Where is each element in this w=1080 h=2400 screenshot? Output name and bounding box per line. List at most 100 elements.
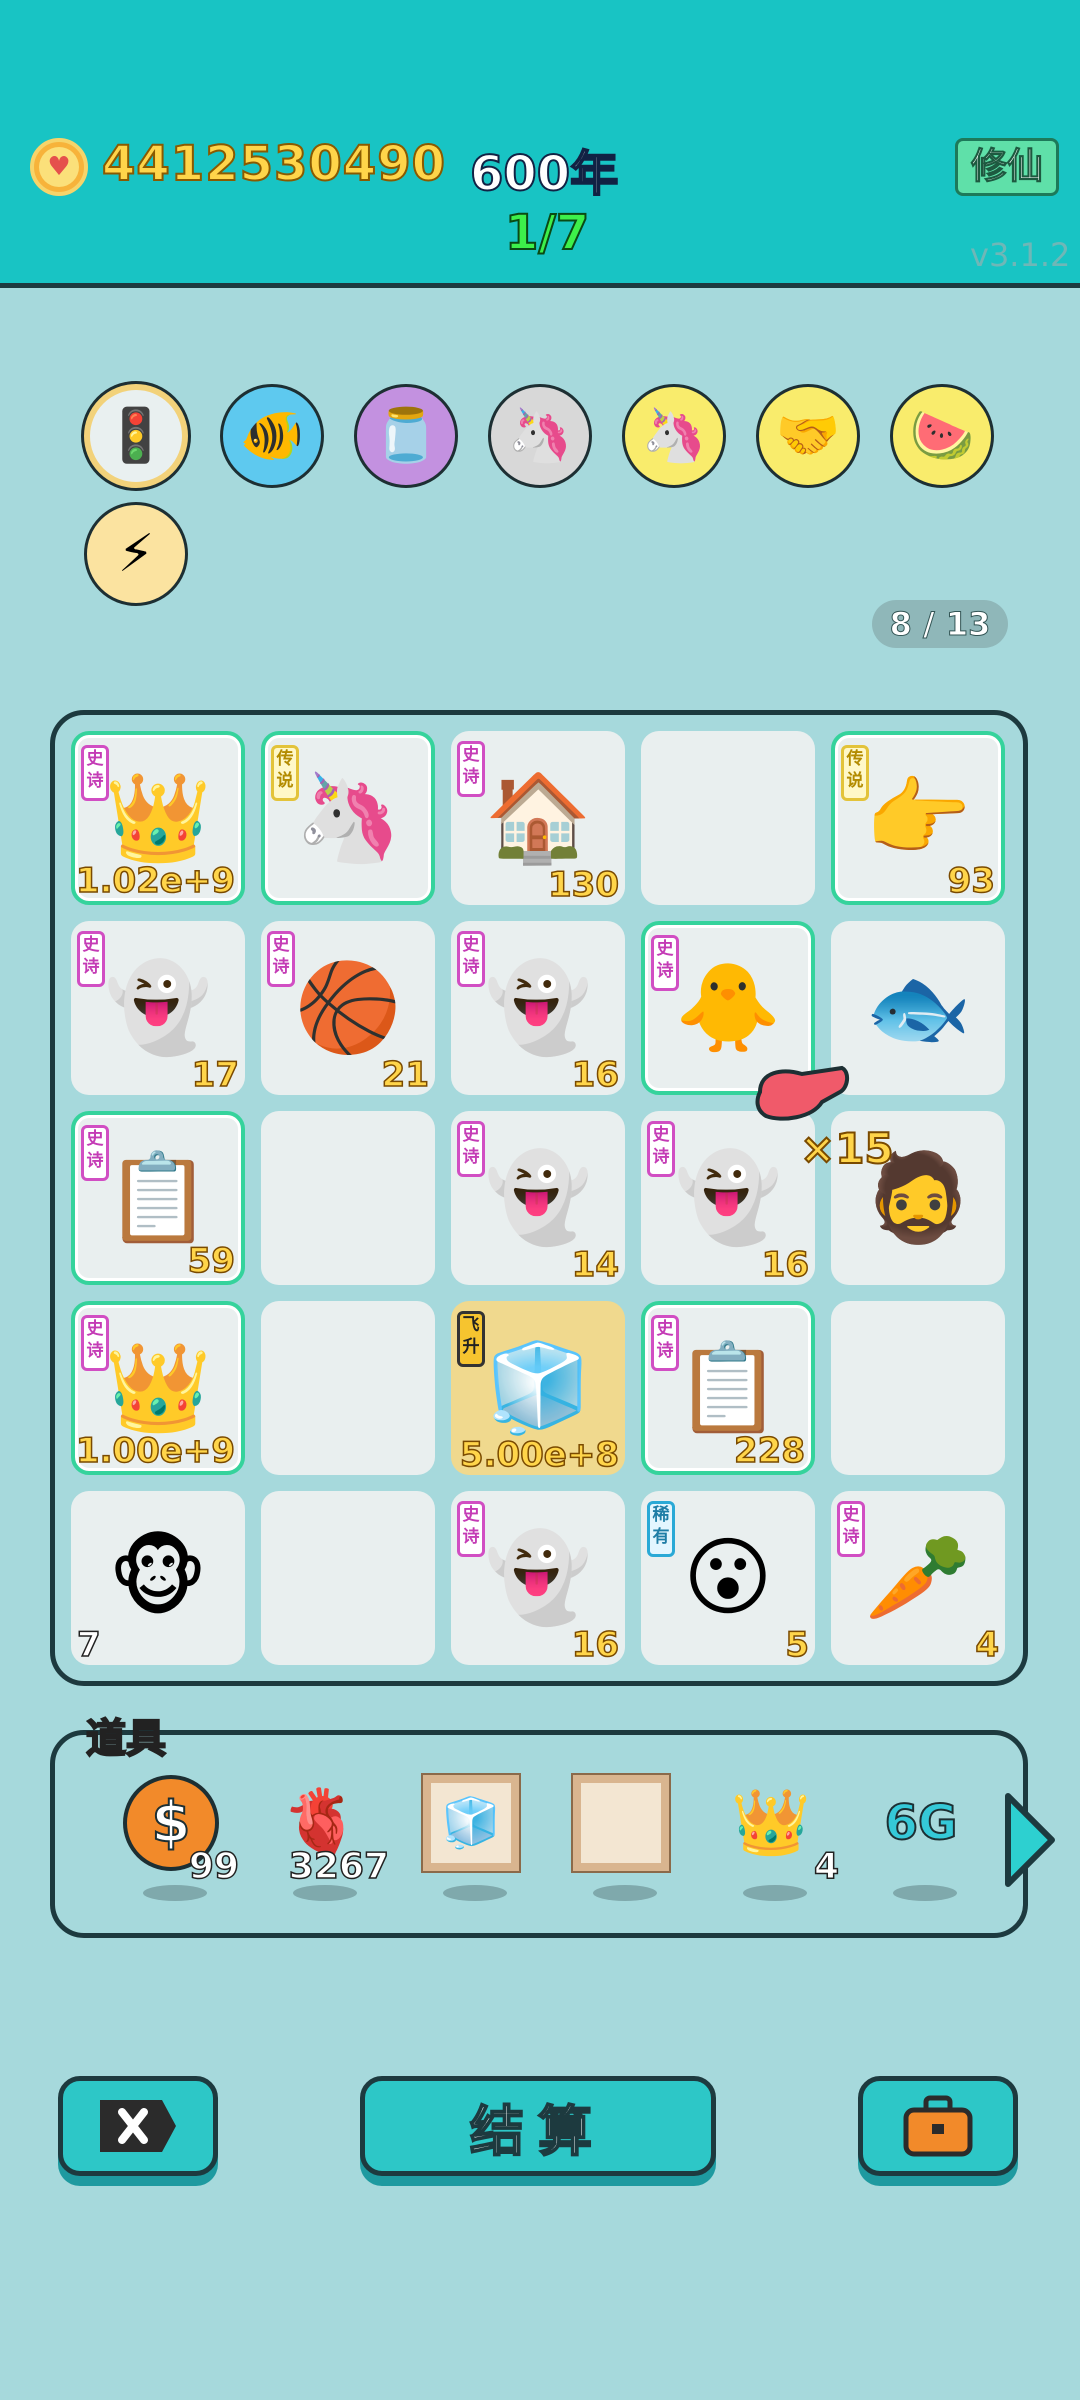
rarity-tag: 史诗	[457, 931, 485, 987]
top-bar: ♥ 4412530490 600年 1/7 修仙 v3.1.2	[0, 0, 1080, 288]
board-cell[interactable]: 📋 史诗 228	[641, 1301, 815, 1475]
skill-traffic-light-icon[interactable]: 🚦	[84, 384, 188, 488]
cell-count: 16	[571, 1624, 620, 1666]
item-shadow	[143, 1885, 207, 1901]
cell-count: 1.02e+9	[75, 860, 236, 902]
rarity-tag: 史诗	[267, 931, 295, 987]
board-cell[interactable]: 🦄 传说	[261, 731, 435, 905]
rarity-tag: 传说	[841, 745, 869, 801]
cell-count: 1.00e+9	[75, 1430, 236, 1472]
board-cell[interactable]: 📋 史诗 59	[71, 1111, 245, 1285]
board-cell[interactable]: 👑 史诗 1.02e+9	[71, 731, 245, 905]
rarity-tag: 史诗	[647, 1121, 675, 1177]
stage-progress: 1/7	[504, 204, 590, 262]
cell-count: 16	[571, 1054, 620, 1096]
liver-float-icon	[755, 1065, 849, 1121]
next-arrow-icon[interactable]	[1000, 1790, 1060, 1890]
settle-button[interactable]: 结算	[360, 2076, 716, 2176]
close-button[interactable]	[58, 2076, 218, 2176]
settle-label: 结算	[469, 2099, 606, 2164]
board-cell[interactable]: 🐵 7	[71, 1491, 245, 1666]
rarity-tag: 史诗	[837, 1501, 865, 1557]
briefcase-icon	[903, 2095, 973, 2157]
board-cell[interactable]: 🏀 史诗 21	[261, 921, 435, 1096]
cell-count: 93	[947, 860, 996, 902]
cell-count: 17	[191, 1054, 240, 1096]
cell-count: 5	[785, 1624, 810, 1666]
years-label: 600年	[469, 145, 619, 203]
empty-frame-icon	[573, 1775, 669, 1871]
coin-icon: ♥	[30, 138, 88, 196]
close-icon	[100, 2100, 176, 2152]
board-cell[interactable]	[831, 1301, 1005, 1475]
skill-unicorn-pair-icon[interactable]: 🦄	[488, 384, 592, 488]
multiplier-label: ×15	[799, 1123, 895, 1174]
rarity-tag: 史诗	[457, 741, 485, 797]
item-count: 3267	[288, 1845, 390, 1888]
skill-jar-icon[interactable]: 🫙	[354, 384, 458, 488]
skill-unicorn-icon[interactable]: 🦄	[622, 384, 726, 488]
board-cell[interactable]: 🐟	[831, 921, 1005, 1095]
skill-fishbowl-icon[interactable]: 🐠	[220, 384, 324, 488]
bag-button[interactable]	[858, 2076, 1018, 2176]
6g-icon: 6G	[884, 1795, 959, 1851]
item-6g[interactable]: 6G	[865, 1775, 975, 1901]
item-fridge-frame[interactable]: 🧊	[415, 1775, 525, 1901]
fridge-frame-icon: 🧊	[423, 1775, 519, 1871]
cell-count: 7	[76, 1624, 101, 1666]
cell-count: 14	[571, 1244, 620, 1286]
rarity-tag: 史诗	[77, 931, 105, 987]
cell-count: 228	[733, 1430, 805, 1472]
item-shadow	[443, 1885, 507, 1901]
cell-count: 5.00e+8	[459, 1434, 620, 1476]
rarity-tag: 史诗	[81, 1125, 109, 1181]
board-cell[interactable]	[641, 731, 815, 905]
rarity-tag: 史诗	[651, 935, 679, 991]
board-cell[interactable]	[261, 1491, 435, 1665]
item-shadow	[293, 1885, 357, 1901]
cell-count: 21	[381, 1054, 430, 1096]
cell-count: 4	[975, 1624, 1000, 1666]
game-board: 👑 史诗 1.02e+9 🦄 传说 🏠 史诗 130 👉 传说 93 👻 史诗 17 🏀 史诗 21 👻 史诗 16 🐥…	[50, 710, 1028, 1686]
board-cell[interactable]: 👻 史诗 14	[451, 1111, 625, 1286]
board-cell[interactable]: 🏠 史诗 130	[451, 731, 625, 906]
item-coin[interactable]: $99	[115, 1775, 240, 1901]
board-cell[interactable]: 👻 史诗 16	[641, 1111, 815, 1286]
board-cell[interactable]: 👻 史诗 17	[71, 921, 245, 1096]
xiuxian-button[interactable]: 修仙	[955, 138, 1059, 196]
item-crown[interactable]: 👑 4	[715, 1775, 840, 1901]
board-cell[interactable]	[261, 1301, 435, 1475]
version-label: v3.1.2	[970, 236, 1071, 274]
item-count: 99	[188, 1845, 240, 1888]
cell-count: 130	[547, 864, 619, 906]
board-cell[interactable]	[261, 1111, 435, 1285]
board-cell[interactable]: 👻 史诗 16	[451, 1491, 625, 1666]
board-cell[interactable]: 👻 史诗 16	[451, 921, 625, 1096]
board-cell[interactable]: 👉 传说 93	[831, 731, 1005, 905]
crown-icon: 👑	[731, 1786, 811, 1860]
cell-item-icon: 🐟	[864, 958, 972, 1058]
rarity-tag: 史诗	[81, 745, 109, 801]
cell-count: 59	[187, 1240, 236, 1282]
rarity-tag: 史诗	[457, 1121, 485, 1177]
board-cell[interactable]: 😮 稀有 5	[641, 1491, 815, 1666]
rarity-tag: 飞升	[457, 1311, 485, 1367]
items-title: 道具	[85, 1715, 167, 1763]
rarity-tag: 史诗	[81, 1315, 109, 1371]
rarity-tag: 稀有	[647, 1501, 675, 1557]
board-cell[interactable]: 👑 史诗 1.00e+9	[71, 1301, 245, 1475]
skill-handshake-icon[interactable]: 🤝	[756, 384, 860, 488]
item-count: 4	[813, 1845, 840, 1888]
skill-lightning-icon[interactable]: ⚡	[84, 502, 188, 606]
page-indicator: 8 / 13	[872, 600, 1008, 648]
board-cell[interactable]: 🥕 史诗 4	[831, 1491, 1005, 1666]
cell-count: 16	[761, 1244, 810, 1286]
item-shadow	[743, 1885, 807, 1901]
item-empty-frame[interactable]	[565, 1775, 675, 1901]
coin-count: 4412530490	[101, 135, 446, 193]
item-shadow	[893, 1885, 957, 1901]
rarity-tag: 传说	[271, 745, 299, 801]
board-cell[interactable]: 🧊 飞升 5.00e+8	[451, 1301, 625, 1476]
item-liver[interactable]: 🫀 3267	[265, 1775, 390, 1901]
skill-fruit-vip-icon[interactable]: 🍉	[890, 384, 994, 488]
